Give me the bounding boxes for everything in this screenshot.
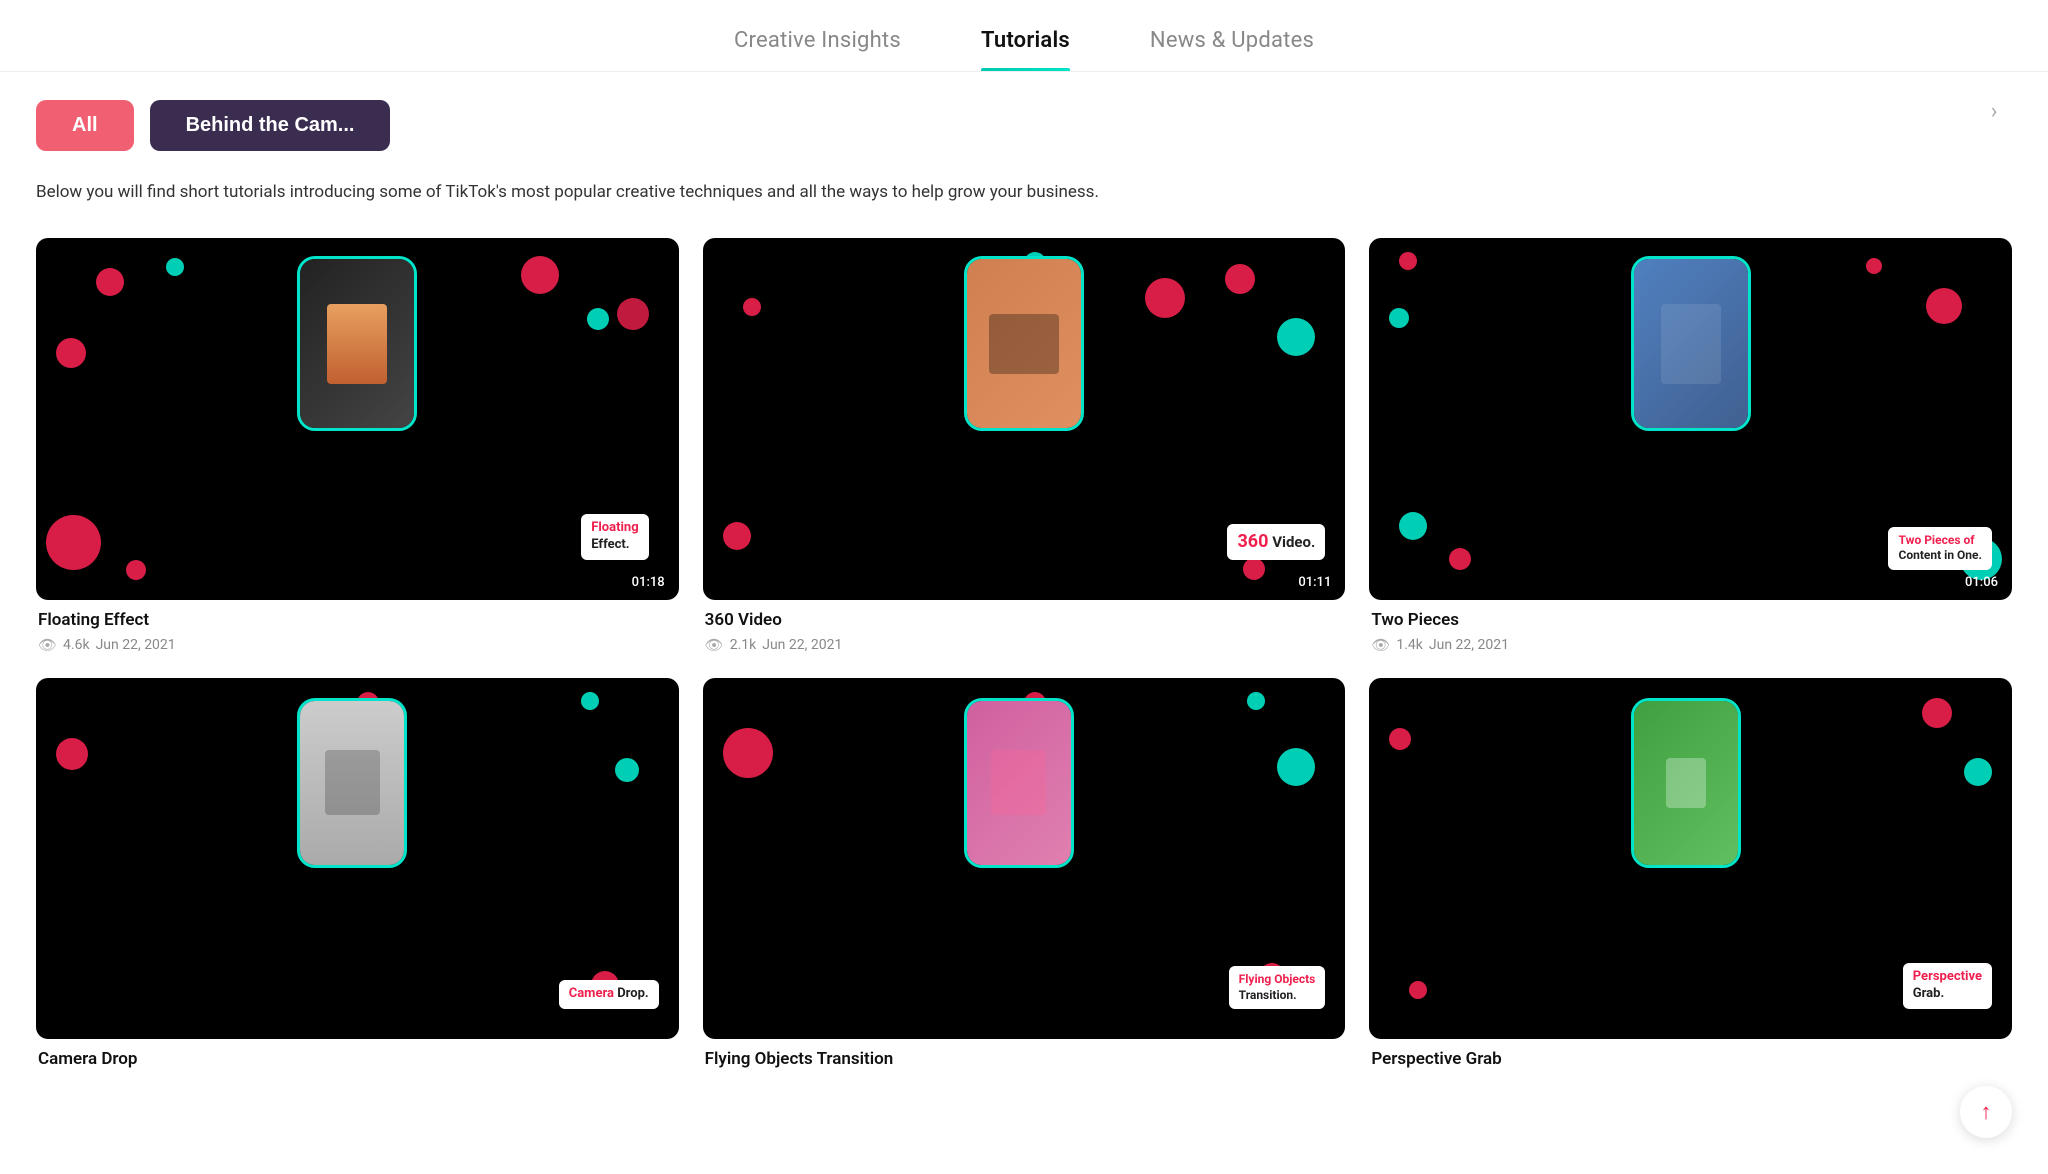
video-thumbnail-camera-drop: Camera Drop. [36,678,679,1039]
video-info-360-video: 360 Video 👁 2.1k Jun 22, 2021 [703,600,1346,654]
video-thumbnail-perspective-grab: PerspectiveGrab. [1369,678,2012,1040]
video-card-camera-drop[interactable]: Camera Drop. Camera Drop [36,678,679,1076]
video-grid: FloatingEffect. 01:18 Floating Effect 👁 … [0,218,2048,1105]
video-meta-360-video: 👁 2.1k Jun 22, 2021 [705,636,1344,654]
views-icon-two-pieces: 👁 [1371,636,1390,654]
views-two-pieces: 1.4k [1396,637,1423,653]
duration-360-video: 01:11 [1298,575,1331,590]
filter-all[interactable]: All [36,100,134,151]
filter-row: All Behind the Cam... › [0,72,2048,151]
scroll-top-button[interactable]: ↑ [1960,1086,2012,1138]
video-card-360-video[interactable]: 360 Video. 01:11 360 Video 👁 2.1k Jun 22… [703,238,1346,654]
video-card-perspective-grab[interactable]: PerspectiveGrab. Perspective Grab [1369,678,2012,1076]
video-card-two-pieces[interactable]: Two Pieces ofContent in One. 01:06 Two P… [1369,238,2012,654]
video-title-camera-drop: Camera Drop [38,1049,677,1069]
video-meta-floating-effect: 👁 4.6k Jun 22, 2021 [38,636,677,654]
filter-behind-cam[interactable]: Behind the Cam... [150,100,391,151]
views-360: 2.1k [730,637,757,653]
video-meta-two-pieces: 👁 1.4k Jun 22, 2021 [1371,636,2010,654]
views-icon-floating: 👁 [38,636,57,654]
nav-tabs: Creative Insights Tutorials News & Updat… [0,0,2048,72]
video-card-floating-effect[interactable]: FloatingEffect. 01:18 Floating Effect 👁 … [36,238,679,654]
tab-news-updates[interactable]: News & Updates [1150,28,1314,71]
video-title-floating-effect: Floating Effect [38,610,677,630]
video-info-two-pieces: Two Pieces 👁 1.4k Jun 22, 2021 [1369,600,2012,654]
video-thumbnail-360-video: 360 Video. 01:11 [703,238,1346,600]
duration-two-pieces: 01:06 [1965,575,1998,590]
video-info-flying-objects: Flying Objects Transition [703,1039,1346,1069]
video-thumbnail-floating-effect: FloatingEffect. 01:18 [36,238,679,599]
page-description: Below you will find short tutorials intr… [0,151,2048,218]
video-info-camera-drop: Camera Drop [36,1039,679,1069]
video-title-360-video: 360 Video [705,610,1344,630]
tab-creative-insights[interactable]: Creative Insights [734,28,901,71]
tab-tutorials[interactable]: Tutorials [981,28,1070,71]
date-360: Jun 22, 2021 [762,637,842,653]
video-thumbnail-flying-objects: Flying ObjectsTransition. [703,678,1346,1040]
date-floating: Jun 22, 2021 [96,637,176,653]
video-info-floating-effect: Floating Effect 👁 4.6k Jun 22, 2021 [36,600,679,654]
video-title-two-pieces: Two Pieces [1371,610,2010,630]
views-floating: 4.6k [63,637,90,653]
views-icon-360: 👁 [705,636,724,654]
video-title-flying-objects: Flying Objects Transition [705,1049,1344,1069]
video-info-perspective-grab: Perspective Grab [1369,1039,2012,1069]
date-two-pieces: Jun 22, 2021 [1429,637,1509,653]
video-thumbnail-two-pieces: Two Pieces ofContent in One. 01:06 [1369,238,2012,600]
video-card-flying-objects[interactable]: Flying ObjectsTransition. Flying Objects… [703,678,1346,1076]
duration-floating-effect: 01:18 [632,575,665,590]
filter-next-arrow[interactable]: › [1976,94,2012,130]
video-title-perspective-grab: Perspective Grab [1371,1049,2010,1069]
scroll-top-icon: ↑ [1981,1099,1992,1125]
